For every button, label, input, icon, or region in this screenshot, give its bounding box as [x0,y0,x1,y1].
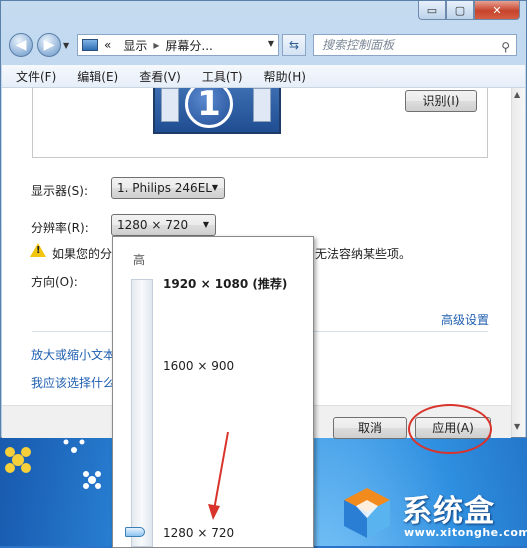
search-icon[interactable]: ⚲ [501,37,510,57]
recent-pages-dropdown-icon[interactable]: ▼ [63,41,69,50]
breadcrumb-display[interactable]: 显示 [123,37,147,54]
address-bar[interactable]: « 显示 ▸ 屏幕分... ▼ [77,34,279,56]
arrow-right-icon: ▶ [43,37,55,53]
identify-button[interactable]: 识别(I) [405,90,477,112]
resolution-label: 分辨率(R): [31,221,89,235]
breadcrumb-arrow-icon[interactable]: ▸ [153,38,159,52]
watermark-url: www.xitonghe.com [404,526,527,539]
menu-bar: 文件(F) 编辑(E) 查看(V) 工具(T) 帮助(H) [2,65,525,88]
monitor-number: 1 [185,88,233,128]
close-button[interactable]: ✕ [474,1,520,20]
watermark-logo: 系统盒 www.xitonghe.com [336,480,527,546]
refresh-button[interactable]: ⇆ [282,34,306,56]
wallpaper-flowers [5,439,101,489]
address-dropdown-icon[interactable]: ▼ [268,39,274,48]
navigation-bar: ◀ ▶ ▼ « 显示 ▸ 屏幕分... ▼ ⇆ 搜索控制面板 ⚲ [1,31,526,61]
resolution-value: 1280 × 720 [117,218,189,232]
search-input[interactable]: 搜索控制面板 ⚲ [313,34,517,56]
refresh-icon: ⇆ [288,38,300,52]
preview-window-left [161,88,179,122]
menu-edit[interactable]: 编辑(E) [63,68,125,85]
monitor-1-preview[interactable]: 1 [153,88,281,134]
annotation-circle [408,404,492,454]
resolution-slider-track[interactable] [131,279,153,547]
resolution-option[interactable]: 1280 × 720 [163,526,234,540]
forward-button[interactable]: ▶ [37,33,61,57]
vertical-scrollbar[interactable]: ▲ ▼ [511,88,525,437]
watermark-name: 系统盒 [402,494,495,529]
chevron-down-icon: ▼ [202,220,209,229]
cube-logo-icon [344,488,390,538]
warning-icon: ! [30,243,46,257]
scroll-down-icon[interactable]: ▼ [514,422,520,431]
menu-view[interactable]: 查看(V) [125,68,188,85]
advanced-settings-link[interactable]: 高级设置 [441,311,489,328]
back-button[interactable]: ◀ [9,33,33,57]
text-size-link[interactable]: 放大或缩小文本 [31,346,115,363]
preview-window-right [253,88,271,122]
annotation-arrow [208,431,229,520]
what-to-choose-link[interactable]: 我应该选择什么 [31,374,115,391]
resolution-slider-thumb[interactable] [125,527,145,537]
menu-help[interactable]: 帮助(H) [250,68,313,85]
title-bar[interactable]: ▭ ▢ ✕ [1,1,526,27]
display-select[interactable]: 1. Philips 246EL ▼ [111,177,225,199]
address-prefix[interactable]: « [104,38,111,52]
resolution-select[interactable]: 1280 × 720 ▼ [111,214,216,236]
menu-tools[interactable]: 工具(T) [188,68,250,85]
warning-text-right: 无法容纳某些项。 [315,247,412,261]
resolution-option[interactable]: 1600 × 900 [163,359,234,373]
caption-buttons: ▭ ▢ ✕ [418,1,520,20]
scroll-up-icon[interactable]: ▲ [514,90,520,99]
control-panel-icon [82,39,98,51]
search-placeholder: 搜索控制面板 [322,38,395,52]
orientation-label: 方向(O): [31,275,78,289]
monitor-preview-panel: 1 识别(I) [32,88,488,158]
maximize-button[interactable]: ▢ [446,1,474,20]
breadcrumb-screen-resolution[interactable]: 屏幕分... [165,37,212,54]
menu-file[interactable]: 文件(F) [2,68,63,85]
minimize-button[interactable]: ▭ [418,1,446,20]
cancel-button[interactable]: 取消 [333,417,407,439]
chevron-down-icon: ▼ [211,183,218,192]
resolution-option[interactable]: 1920 × 1080 (推荐) [163,275,287,292]
display-value: 1. Philips 246EL [117,181,212,195]
display-label: 显示器(S): [31,184,89,198]
arrow-left-icon: ◀ [15,37,27,53]
warning-text-left: 如果您的分 [52,247,113,261]
slider-high-label: 高 [133,253,146,267]
